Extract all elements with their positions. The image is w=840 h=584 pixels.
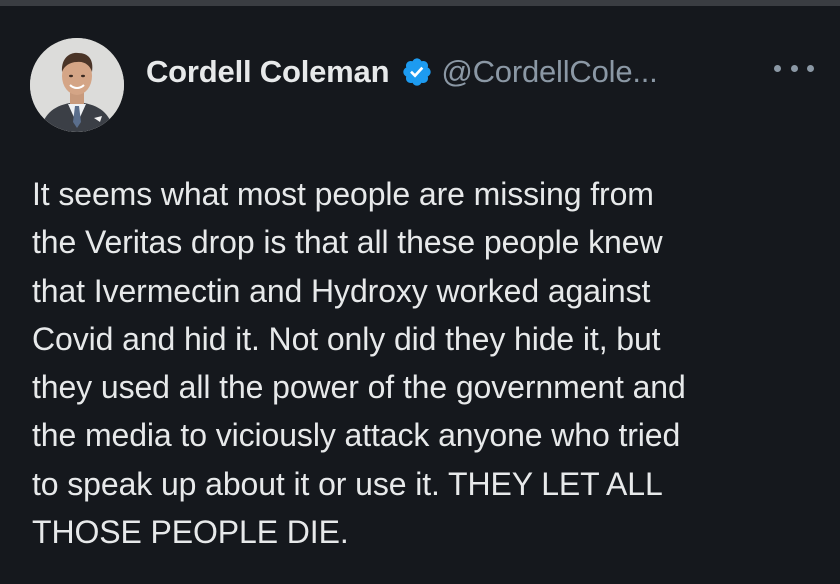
tweet-text-line: that Ivermectin and Hydroxy worked again… <box>32 272 651 309</box>
tweet-text-line: THOSE PEOPLE DIE. <box>32 514 349 551</box>
tweet-text-line: they used all the power of the governmen… <box>32 369 686 406</box>
tweet-text-line: It seems what most people are missing fr… <box>32 176 654 212</box>
tweet-text-line: the Veritas drop is that all these peopl… <box>32 224 663 261</box>
author-handle[interactable]: @CordellCole... <box>441 54 657 90</box>
verified-badge-icon <box>401 56 433 88</box>
tweet-text: It seems what most people are missing fr… <box>32 170 822 556</box>
profile-photo-icon <box>30 38 124 132</box>
top-divider <box>0 0 840 6</box>
tweet-header: Cordell Coleman @CordellCole... <box>146 50 658 94</box>
tweet-text-line: Covid and hid it. Not only did they hide… <box>32 320 661 357</box>
tweet-text-line: to speak up about it or use it. THEY LET… <box>32 465 663 502</box>
author-name[interactable]: Cordell Coleman <box>146 54 390 90</box>
dot <box>790 64 798 72</box>
tweet-text-line: the media to viciously attack anyone who… <box>32 417 681 454</box>
more-options-icon[interactable] <box>774 58 814 78</box>
dot <box>807 64 814 72</box>
avatar[interactable] <box>30 38 124 132</box>
tweet-card: Cordell Coleman @CordellCole... It seems… <box>0 0 840 584</box>
dot <box>774 64 781 72</box>
